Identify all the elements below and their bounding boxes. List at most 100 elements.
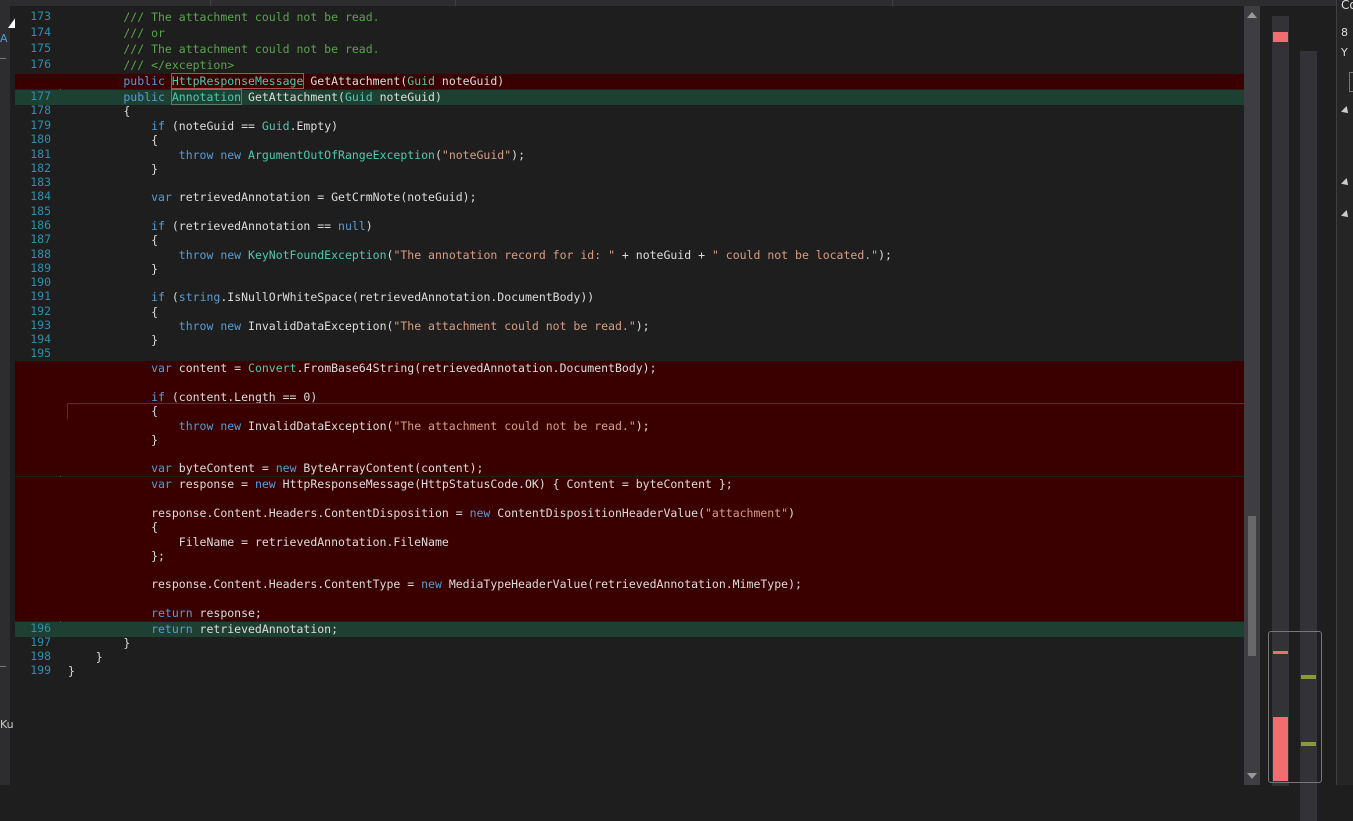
code-line-content[interactable]: if (noteGuid == Guid.Empty) [68,119,1244,134]
code-line[interactable]: 188 throw new KeyNotFoundException("The … [15,247,1244,263]
code-line[interactable]: 177 public Annotation GetAttachment(Guid… [15,89,1244,105]
code-line-content[interactable]: if (content.Length == 0) [68,390,1244,405]
code-line-content[interactable] [68,563,1244,578]
code-line[interactable]: if (content.Length == 0) [15,390,1244,405]
expander-icon[interactable] [1341,106,1351,116]
code-line[interactable]: 183 [15,175,1244,191]
code-line[interactable]: 184 var retrievedAnnotation = GetCrmNote… [15,189,1244,205]
code-line[interactable]: 190 [15,275,1244,291]
code-line[interactable]: 180 { [15,132,1244,148]
code-line[interactable]: var response = new HttpResponseMessage(H… [15,477,1244,492]
code-line-content[interactable]: FileName = retrievedAnnotation.FileName [68,535,1244,550]
code-line-content[interactable]: response.Content.Headers.ContentType = n… [68,577,1244,592]
code-line-content[interactable]: { [68,520,1244,535]
code-line[interactable]: { [15,403,1244,420]
code-line-content[interactable] [68,205,1244,220]
expander-icon[interactable] [1341,178,1351,188]
code-line[interactable]: 179 if (noteGuid == Guid.Empty) [15,118,1244,134]
code-line-content[interactable]: } [68,664,1244,679]
scroll-down-icon[interactable] [1247,773,1257,779]
scrollbar-thumb[interactable] [1248,516,1256,656]
code-line-content[interactable]: /// The attachment could not be read. [68,42,1244,57]
code-line-content[interactable]: public HttpResponseMessage GetAttachment… [68,73,1244,89]
code-line[interactable]: var byteContent = new ByteArrayContent(c… [15,461,1244,476]
code-line-content[interactable]: /// or [68,26,1244,41]
code-line-content[interactable]: } [68,262,1244,277]
code-line[interactable]: 196 return retrievedAnnotation; [15,621,1244,637]
code-line[interactable]: 194 } [15,332,1244,348]
code-line[interactable]: 182 } [15,161,1244,177]
code-line[interactable]: } [15,433,1244,448]
code-line-content[interactable]: var response = new HttpResponseMessage(H… [68,477,1244,492]
code-line[interactable]: 185 [15,204,1244,220]
code-line[interactable]: 197 } [15,635,1244,651]
code-line[interactable]: 176 /// </exception> [15,57,1244,73]
code-line[interactable]: 189 } [15,261,1244,277]
code-line-content[interactable]: throw new KeyNotFoundException("The anno… [68,248,1244,263]
code-line-content[interactable]: } [68,636,1244,651]
code-line-content[interactable]: { [68,233,1244,248]
code-line-content[interactable]: { [67,403,1244,420]
code-line-content[interactable] [68,492,1244,507]
code-line[interactable]: 192 { [15,304,1244,320]
code-line[interactable]: 178 { [15,103,1244,119]
code-line[interactable]: FileName = retrievedAnnotation.FileName [15,535,1244,550]
code-line[interactable]: throw new InvalidDataException("The atta… [15,419,1244,434]
vertical-scrollbar[interactable] [1244,6,1260,785]
code-line-content[interactable]: throw new ArgumentOutOfRangeException("n… [68,148,1244,163]
code-line-content[interactable]: /// </exception> [68,58,1244,73]
code-line-content[interactable]: { [68,133,1244,148]
code-line-content[interactable]: throw new InvalidDataException("The atta… [68,319,1244,334]
code-line[interactable] [15,563,1244,578]
code-line[interactable]: 175 /// The attachment could not be read… [15,41,1244,57]
code-line-content[interactable]: { [68,104,1244,119]
code-line-content[interactable] [68,176,1244,191]
code-line[interactable]: 181 throw new ArgumentOutOfRangeExceptio… [15,147,1244,163]
code-line-content[interactable] [68,592,1244,607]
code-line[interactable]: 195 [15,346,1244,362]
code-line[interactable]: 173 /// The attachment could not be read… [15,9,1244,25]
code-line-content[interactable]: } [68,162,1244,177]
code-line-content[interactable]: } [68,650,1244,665]
code-line[interactable] [15,592,1244,607]
code-line-content[interactable]: response.Content.Headers.ContentDisposit… [68,506,1244,521]
code-line-content[interactable]: throw new InvalidDataException("The atta… [68,419,1244,434]
code-line[interactable]: return response; [15,606,1244,621]
code-line[interactable]: }; [15,549,1244,564]
code-line[interactable]: public HttpResponseMessage GetAttachment… [15,73,1244,89]
code-line[interactable]: 193 throw new InvalidDataException("The … [15,318,1244,334]
diff-overview-margin[interactable] [1260,6,1336,821]
code-line[interactable]: 191 if (string.IsNullOrWhiteSpace(retrie… [15,289,1244,305]
expander-icon[interactable] [1341,210,1351,220]
code-line[interactable]: { [15,520,1244,535]
code-line[interactable]: 199} [15,663,1244,679]
code-editor[interactable]: 173 /// The attachment could not be read… [15,6,1244,785]
code-line-content[interactable]: /// The attachment could not be read. [68,10,1244,25]
code-line-content[interactable]: if (retrievedAnnotation == null) [68,219,1244,234]
code-line-content[interactable] [68,347,1244,362]
code-line[interactable] [15,447,1244,462]
code-line-content[interactable] [68,376,1244,391]
code-line[interactable]: 186 if (retrievedAnnotation == null) [15,218,1244,234]
code-line-content[interactable]: var retrievedAnnotation = GetCrmNote(not… [68,190,1244,205]
code-line[interactable] [15,376,1244,391]
code-line[interactable]: response.Content.Headers.ContentDisposit… [15,506,1244,521]
code-line-content[interactable]: var content = Convert.FromBase64String(r… [68,361,1244,376]
code-line-content[interactable]: }; [68,549,1244,564]
code-line-content[interactable]: return response; [68,606,1244,621]
code-line-content[interactable]: if (string.IsNullOrWhiteSpace(retrievedA… [68,290,1244,305]
code-line[interactable] [15,492,1244,507]
code-line[interactable]: 174 /// or [15,25,1244,41]
code-line[interactable]: 187 { [15,232,1244,248]
code-line-content[interactable]: { [68,305,1244,320]
code-line[interactable]: response.Content.Headers.ContentType = n… [15,577,1244,592]
code-line[interactable]: 198 } [15,649,1244,665]
code-line-content[interactable]: public Annotation GetAttachment(Guid not… [68,89,1244,105]
code-line[interactable]: var content = Convert.FromBase64String(r… [15,361,1244,376]
code-line-content[interactable]: } [68,433,1244,448]
code-line-content[interactable] [68,447,1244,462]
code-line-content[interactable] [68,276,1244,291]
panel-box[interactable] [1349,72,1353,92]
code-line-content[interactable]: return retrievedAnnotation; [68,622,1244,637]
scroll-up-icon[interactable] [1247,12,1257,18]
